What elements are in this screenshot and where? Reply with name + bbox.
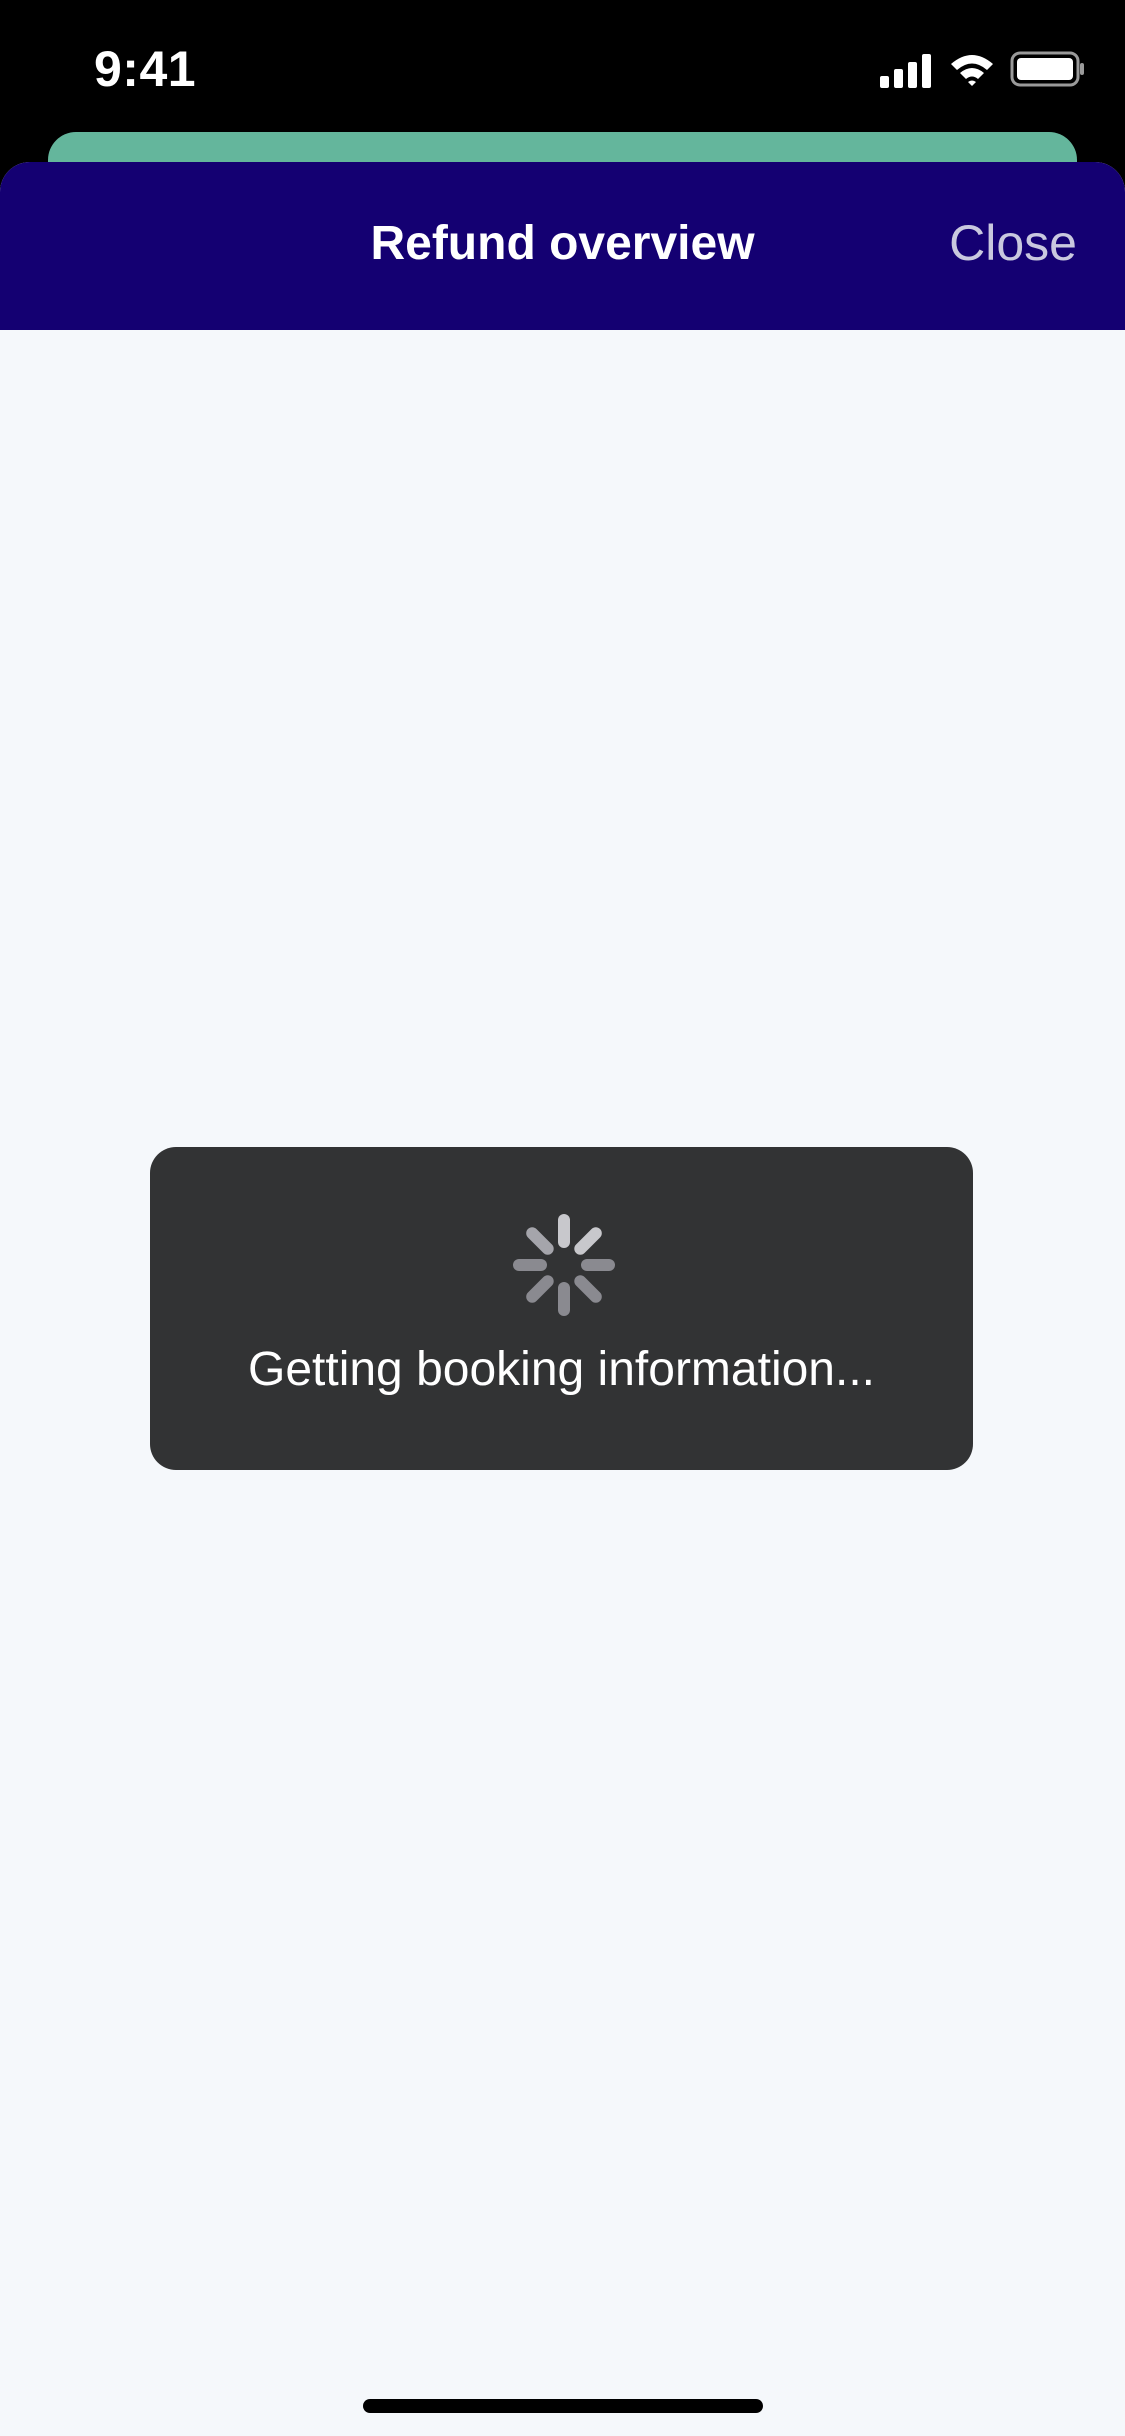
refund-overview-sheet: Refund overview Close Getting booking in… (0, 162, 1125, 2436)
battery-icon (1010, 51, 1084, 87)
wifi-icon (951, 55, 993, 86)
cellular-signal-icon (880, 54, 931, 88)
navigation-bar: Refund overview Close (0, 162, 1125, 330)
loading-message: Getting booking information... (247, 1343, 876, 1396)
status-icons (880, 50, 1090, 90)
close-button[interactable]: Close (949, 214, 1077, 272)
status-time: 9:41 (94, 41, 197, 97)
home-indicator[interactable] (363, 2399, 763, 2413)
status-bar: 9:41 (0, 0, 1125, 135)
activity-spinner-icon (513, 1214, 615, 1316)
loading-hud: Getting booking information... (150, 1147, 973, 1470)
